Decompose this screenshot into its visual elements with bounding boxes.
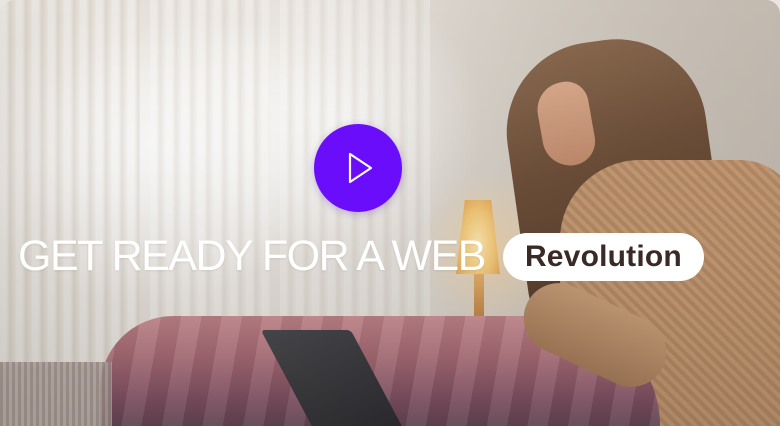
video-overlay — [0, 0, 780, 426]
revolution-badge: Revolution — [502, 232, 704, 281]
play-button[interactable] — [314, 124, 402, 212]
play-icon — [348, 152, 373, 184]
video-thumbnail[interactable]: GET READY FOR A WEB Revolution — [0, 0, 780, 426]
hero-headline: GET READY FOR A WEB Revolution — [18, 232, 704, 281]
headline-text: GET READY FOR A WEB — [18, 232, 486, 280]
